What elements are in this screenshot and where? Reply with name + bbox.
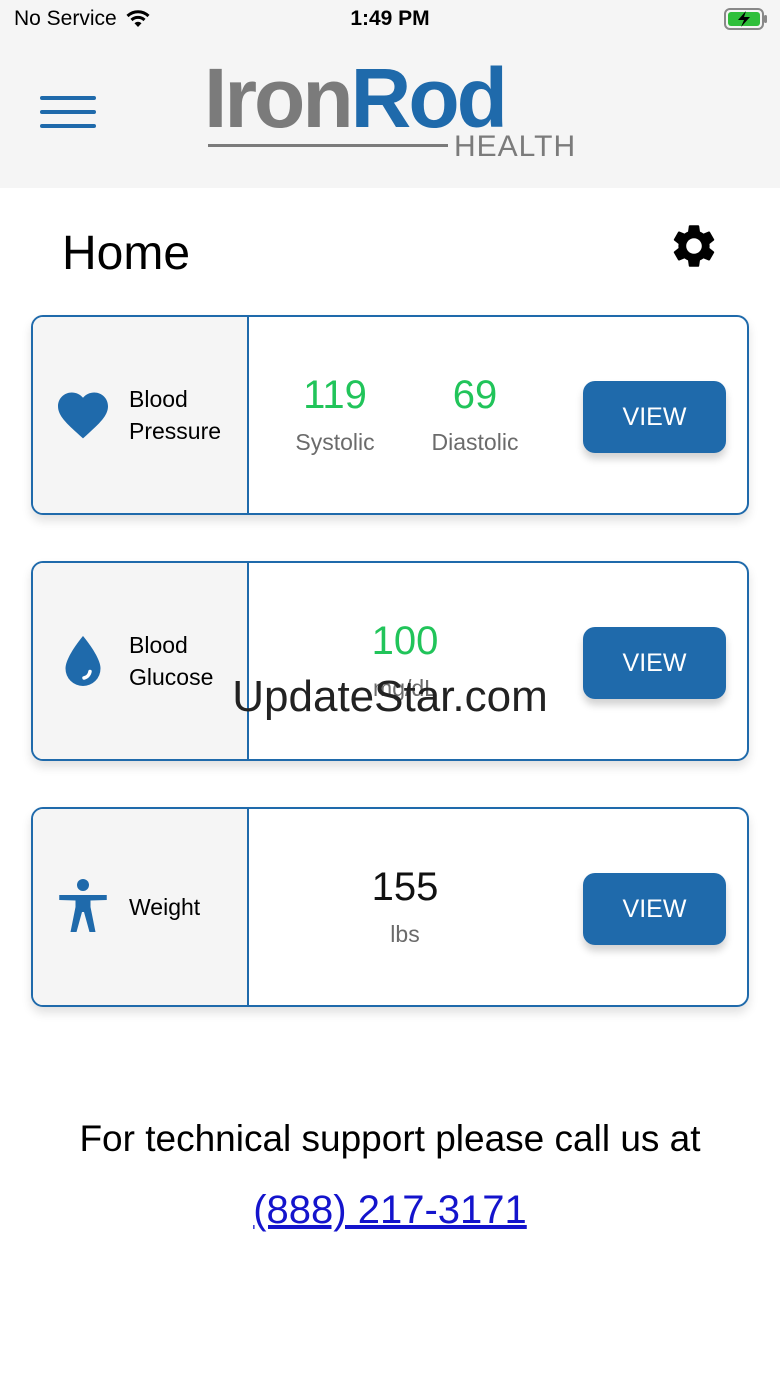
systolic-value: 119	[303, 373, 367, 417]
support-phone: (888) 217-3171	[0, 1188, 780, 1233]
weight-value: 155	[371, 865, 439, 909]
battery-icon	[724, 8, 767, 30]
status-time: 1:49 PM	[350, 7, 430, 30]
gear-icon[interactable]	[668, 220, 720, 272]
watermark-text: UpdateStar.com	[232, 672, 548, 721]
card-label-panel: Weight	[33, 809, 249, 1005]
view-weight-button[interactable]: VIEW	[583, 873, 726, 945]
card-label-panel: Blood Pressure	[33, 317, 249, 513]
app-header: IronRod HEALTH	[0, 40, 780, 188]
card-label: Blood Pressure	[129, 386, 222, 444]
glucose-value: 100	[371, 619, 439, 663]
card-label-panel: Blood Glucose	[33, 563, 249, 759]
systolic-label: Systolic	[295, 429, 375, 455]
weight-reading: 155 lbs	[335, 863, 475, 948]
systolic-reading: 119 Systolic	[265, 371, 405, 456]
view-blood-pressure-button[interactable]: VIEW	[583, 381, 726, 453]
logo-word-iron: Iron	[204, 51, 354, 145]
card-label: Blood Glucose	[129, 632, 214, 690]
page-title: Home	[62, 227, 191, 280]
hamburger-menu-icon[interactable]	[40, 96, 96, 130]
status-bar: No Service 1:49 PM	[0, 0, 780, 40]
diastolic-reading: 69 Diastolic	[405, 371, 545, 456]
blood-pressure-card: Blood Pressure 119 Systolic 69 Diastolic…	[31, 315, 749, 515]
ironrod-health-logo: IronRod HEALTH	[204, 56, 584, 166]
logo-health-text: HEALTH	[454, 130, 577, 163]
blood-glucose-card: Blood Glucose 100 mg/dL VIEW	[31, 561, 749, 761]
card-label: Weight	[129, 894, 201, 920]
diastolic-value: 69	[452, 373, 498, 417]
weight-unit: lbs	[390, 921, 420, 947]
diastolic-label: Diastolic	[431, 429, 519, 455]
support-phone-link[interactable]: (888) 217-3171	[253, 1188, 527, 1232]
weight-card: Weight 155 lbs VIEW	[31, 807, 749, 1007]
heart-icon	[58, 392, 108, 439]
person-icon	[59, 879, 107, 932]
support-text: For technical support please call us at	[79, 1118, 701, 1159]
logo-rule	[208, 144, 448, 147]
